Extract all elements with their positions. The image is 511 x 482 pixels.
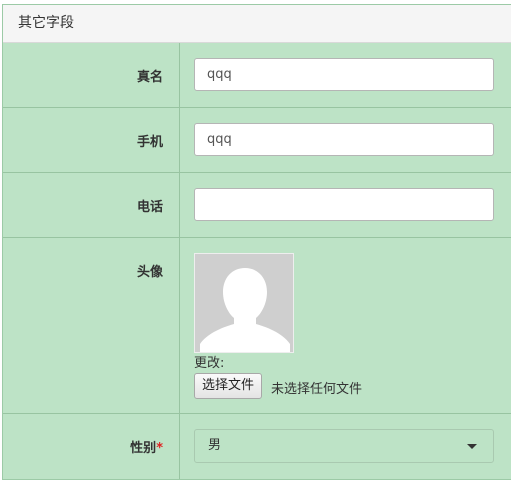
- choose-file-button[interactable]: 选择文件: [194, 373, 263, 399]
- phone-label: 电话: [136, 200, 163, 215]
- user-silhouette-icon: [195, 254, 293, 352]
- real-name-input[interactable]: [194, 58, 494, 91]
- form-row-real-name: 真名: [3, 43, 511, 108]
- gender-label: 性别*: [130, 437, 163, 456]
- required-marker: *: [156, 441, 163, 456]
- label-cell: 真名: [3, 43, 180, 107]
- form-row-mobile: 手机: [3, 108, 511, 173]
- label-cell: 头像: [3, 238, 180, 413]
- avatar-change-label: 更改:: [194, 356, 225, 371]
- form-row-gender: 性别* 男: [3, 414, 511, 479]
- form-row-avatar: 头像 更改: 选择文件 未选择任何文件: [3, 238, 511, 414]
- mobile-input[interactable]: [194, 123, 494, 156]
- label-cell: 性别*: [3, 414, 180, 479]
- other-fields-panel: 其它字段 真名 手机 电话 头像 更改: 选择文件 未选择任何文件: [2, 4, 511, 480]
- caret-down-icon: [467, 444, 477, 449]
- label-cell: 电话: [3, 173, 180, 237]
- real-name-label: 真名: [136, 70, 163, 85]
- avatar-label: 头像: [136, 265, 163, 280]
- phone-input[interactable]: [194, 188, 494, 221]
- gender-select[interactable]: 男: [194, 429, 494, 463]
- file-status-text: 未选择任何文件: [271, 382, 363, 397]
- gender-label-text: 性别: [130, 441, 157, 456]
- label-cell: 手机: [3, 108, 180, 172]
- mobile-label: 手机: [136, 135, 163, 150]
- gender-selected-value: 男: [208, 438, 222, 453]
- avatar-image: [194, 253, 294, 353]
- panel-title: 其它字段: [3, 5, 511, 43]
- form-row-phone: 电话: [3, 173, 511, 238]
